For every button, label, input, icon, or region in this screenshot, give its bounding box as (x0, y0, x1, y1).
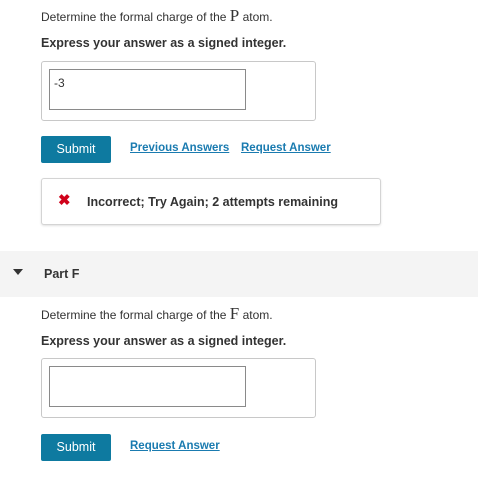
part-f-prompt: Determine the formal charge of the F ato… (41, 304, 273, 324)
prompt-prefix: Determine the formal charge of the (41, 308, 227, 322)
part-title: Part F (44, 267, 80, 281)
previous-answers-link[interactable]: Previous Answers (130, 142, 229, 154)
part-f-answer-input[interactable] (49, 366, 246, 407)
part-e-answer-input[interactable]: -3 (49, 69, 246, 110)
x-icon: ✖ (58, 192, 71, 209)
part-f-answer-box (41, 358, 316, 418)
prompt-suffix: atom. (242, 308, 273, 322)
part-e-submit-button[interactable]: Submit (41, 136, 111, 163)
part-f-header[interactable]: Part F (0, 251, 478, 297)
answer-value: -3 (54, 76, 65, 90)
part-e-prompt: Determine the formal charge of the P ato… (41, 6, 273, 26)
feedback-box: ✖ Incorrect; Try Again; 2 attempts remai… (41, 178, 381, 225)
prompt-suffix: atom. (242, 10, 273, 24)
part-f-submit-button[interactable]: Submit (41, 434, 111, 461)
feedback-message: Incorrect; Try Again; 2 attempts remaini… (87, 195, 338, 209)
prompt-prefix: Determine the formal charge of the (41, 10, 227, 24)
part-e-instruction: Express your answer as a signed integer. (41, 36, 287, 50)
atom-symbol: F (229, 304, 240, 323)
part-e-answer-box: -3 (41, 61, 316, 121)
part-f-instruction: Express your answer as a signed integer. (41, 334, 287, 348)
collapse-triangle-icon[interactable] (13, 269, 23, 275)
part-e-request-answer-link[interactable]: Request Answer (241, 142, 331, 154)
atom-symbol: P (229, 6, 240, 25)
part-f-request-answer-link[interactable]: Request Answer (130, 440, 220, 452)
